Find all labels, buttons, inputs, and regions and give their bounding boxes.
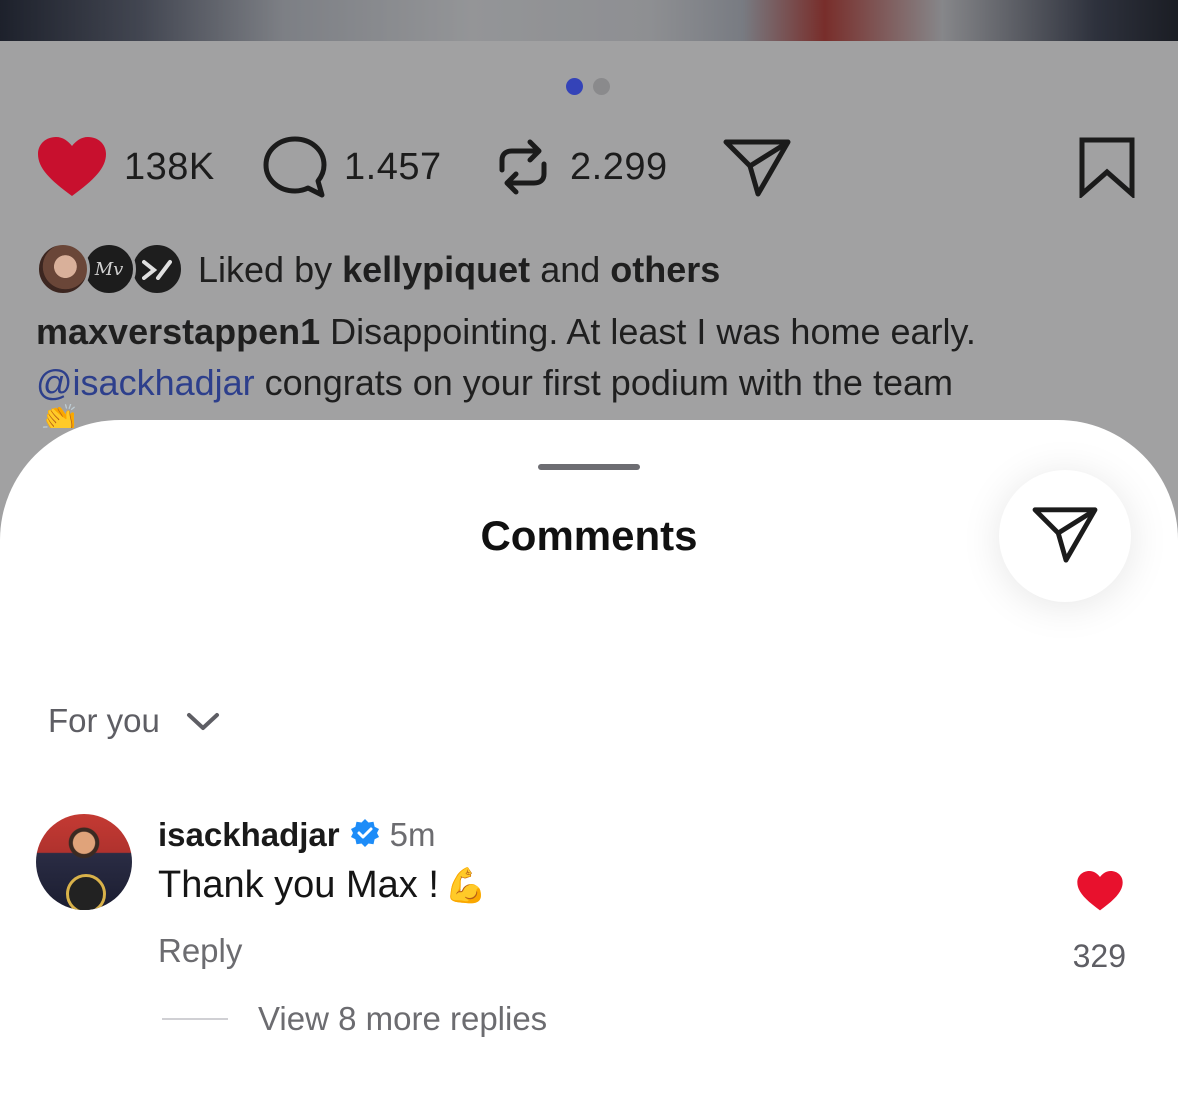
repost-icon	[492, 136, 554, 198]
carousel-dot-active	[566, 78, 583, 95]
sort-dropdown[interactable]: For you	[48, 702, 220, 740]
heart-filled-icon	[1076, 871, 1124, 916]
post-photo	[0, 0, 1178, 41]
caption-username[interactable]: maxverstappen1	[36, 311, 320, 352]
carousel-indicator	[566, 78, 610, 95]
comment-timestamp: 5m	[389, 816, 436, 853]
liked-by-avatars: Mv	[36, 238, 188, 302]
chevron-down-icon	[186, 702, 220, 740]
post-action-bar: 138K 1.457 2.299	[36, 134, 1142, 200]
liked-by-user[interactable]: kellypiquet	[342, 249, 530, 290]
clap-emoji: 👏	[40, 404, 80, 428]
liked-by-others[interactable]: others	[610, 249, 720, 290]
sheet-grabber[interactable]	[538, 464, 640, 470]
comment-button[interactable]: 1.457	[262, 134, 442, 200]
avatar	[36, 242, 90, 296]
verified-badge-icon	[350, 818, 380, 853]
flexed-biceps-emoji: 💪	[444, 866, 488, 905]
view-replies-label: View 8 more replies	[258, 1000, 548, 1037]
comment-text: Thank you Max ! 💪	[158, 864, 488, 906]
sheet-share-button[interactable]	[999, 470, 1131, 602]
caption-text-2: congrats on your first podium with the t…	[264, 362, 953, 403]
like-button[interactable]: 138K	[36, 134, 215, 200]
view-replies-button[interactable]: View 8 more replies	[162, 1000, 547, 1038]
send-icon	[1031, 504, 1099, 569]
save-button[interactable]	[1078, 134, 1136, 200]
comment-item: isackhadjar 5m Thank you Max ! 💪 Reply 3…	[36, 812, 1136, 1032]
carousel-dot	[593, 78, 610, 95]
like-count: 138K	[124, 145, 215, 188]
comment-like-count: 329	[1072, 938, 1126, 974]
comment-count: 1.457	[344, 145, 442, 188]
comment-header: isackhadjar 5m	[158, 812, 435, 858]
repost-count: 2.299	[570, 145, 668, 188]
heart-filled-icon	[36, 136, 108, 198]
comment-bubble-icon	[262, 135, 328, 199]
sort-label: For you	[48, 702, 160, 739]
bookmark-icon	[1078, 136, 1136, 198]
x-logo-icon	[142, 260, 172, 280]
post-caption: maxverstappen1 Disappointing. At least I…	[36, 306, 1146, 408]
replies-divider	[162, 1018, 228, 1020]
caption-text: Disappointing. At least I was home early…	[330, 311, 976, 352]
liked-by-text: Liked by kellypiquet and others	[198, 249, 721, 290]
commenter-avatar[interactable]	[36, 814, 132, 910]
comment-like-button[interactable]	[1076, 870, 1124, 917]
reply-button[interactable]: Reply	[158, 932, 242, 970]
repost-button[interactable]: 2.299	[492, 134, 668, 200]
avatar	[130, 242, 184, 296]
commenter-username[interactable]: isackhadjar	[158, 816, 340, 854]
avatar: Mv	[82, 242, 136, 296]
liked-by-row[interactable]: Mv Liked by kellypiquet and others	[36, 238, 720, 302]
caption-mention[interactable]: @isackhadjar	[36, 362, 255, 403]
send-icon	[722, 136, 792, 198]
share-button[interactable]	[722, 134, 792, 200]
comments-sheet: Comments For you isackhadjar 5m Thank yo…	[0, 420, 1178, 1120]
